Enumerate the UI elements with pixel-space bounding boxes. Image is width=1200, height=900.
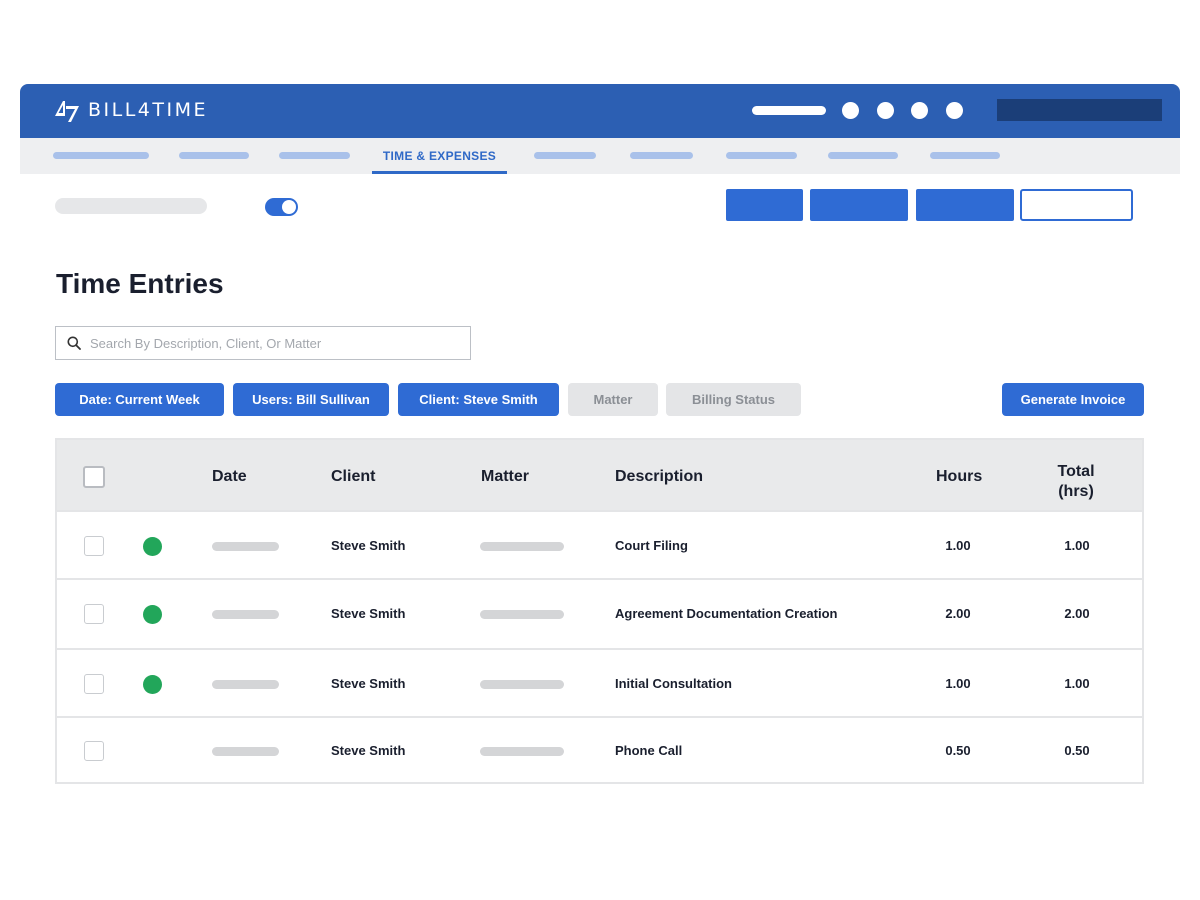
- row-hours: 2.00: [945, 606, 971, 621]
- row-client: Steve Smith: [331, 743, 406, 758]
- generate-invoice-button[interactable]: Generate Invoice: [1002, 383, 1144, 416]
- action-button-2[interactable]: [810, 189, 908, 221]
- row-checkbox[interactable]: [84, 674, 104, 694]
- table-row[interactable]: Steve Smith Agreement Documentation Crea…: [57, 578, 1142, 648]
- nav-tab[interactable]: [630, 152, 693, 159]
- date-placeholder: [212, 610, 279, 619]
- row-hours: 1.00: [945, 538, 971, 553]
- filter-date-chip[interactable]: Date: Current Week: [55, 383, 224, 416]
- brand-name: BILL4TIME: [88, 99, 209, 121]
- table-header: Date Client Matter Description Hours Tot…: [57, 440, 1142, 512]
- column-header-total-line1: Total: [1057, 463, 1095, 480]
- column-header-total[interactable]: Total (hrs): [1047, 462, 1105, 502]
- date-placeholder: [212, 542, 279, 551]
- status-indicator-green: [143, 605, 162, 624]
- row-client: Steve Smith: [331, 606, 406, 621]
- header-icon-4[interactable]: [946, 102, 963, 119]
- row-checkbox[interactable]: [84, 741, 104, 761]
- time-entries-table: Date Client Matter Description Hours Tot…: [55, 438, 1144, 784]
- search-box[interactable]: [55, 326, 471, 360]
- row-hours: 0.50: [945, 743, 971, 758]
- row-total: 1.00: [1064, 538, 1090, 553]
- table-row[interactable]: Steve Smith Initial Consultation 1.00 1.…: [57, 648, 1142, 716]
- row-description: Agreement Documentation Creation: [615, 606, 838, 621]
- header-icon-3[interactable]: [911, 102, 928, 119]
- nav-tab[interactable]: [930, 152, 1000, 159]
- column-header-date[interactable]: Date: [212, 468, 247, 486]
- status-indicator-green: [143, 675, 162, 694]
- filter-matter-chip[interactable]: Matter: [568, 383, 658, 416]
- filter-users-chip[interactable]: Users: Bill Sullivan: [233, 383, 389, 416]
- row-hours: 1.00: [945, 676, 971, 691]
- row-total: 2.00: [1064, 606, 1090, 621]
- matter-placeholder: [480, 542, 564, 551]
- nav-tab[interactable]: [53, 152, 149, 159]
- search-input[interactable]: [90, 335, 470, 351]
- row-description: Initial Consultation: [615, 676, 732, 691]
- main-nav: TIME & EXPENSES: [20, 138, 1180, 174]
- app-header: BILL4TIME: [20, 84, 1180, 138]
- filter-billing-status-chip[interactable]: Billing Status: [666, 383, 801, 416]
- matter-placeholder: [480, 610, 564, 619]
- column-header-total-line2: (hrs): [1058, 483, 1094, 500]
- row-total: 0.50: [1064, 743, 1090, 758]
- nav-tab[interactable]: [828, 152, 898, 159]
- nav-tab[interactable]: [279, 152, 350, 159]
- column-header-description[interactable]: Description: [615, 468, 703, 486]
- select-all-checkbox[interactable]: [83, 466, 105, 488]
- page-title: Time Entries: [56, 268, 224, 299]
- nav-tab[interactable]: [534, 152, 596, 159]
- bill4time-logo-icon: [55, 101, 79, 122]
- view-toggle[interactable]: [265, 198, 298, 216]
- date-placeholder: [212, 680, 279, 689]
- search-icon: [67, 336, 81, 350]
- status-indicator-green: [143, 537, 162, 556]
- matter-placeholder: [480, 747, 564, 756]
- view-label-placeholder: [55, 198, 207, 214]
- column-header-client[interactable]: Client: [331, 468, 375, 486]
- date-placeholder: [212, 747, 279, 756]
- nav-tab[interactable]: [179, 152, 249, 159]
- row-checkbox[interactable]: [84, 536, 104, 556]
- tab-time-expenses-label: TIME & EXPENSES: [382, 149, 497, 163]
- nav-tab[interactable]: [726, 152, 797, 159]
- row-checkbox[interactable]: [84, 604, 104, 624]
- tab-time-expenses[interactable]: TIME & EXPENSES: [372, 138, 507, 174]
- user-account-area[interactable]: [997, 99, 1162, 121]
- header-icon-2[interactable]: [877, 102, 894, 119]
- matter-placeholder: [480, 680, 564, 689]
- table-row[interactable]: Steve Smith Phone Call 0.50 0.50: [57, 716, 1142, 782]
- logo[interactable]: BILL4TIME: [54, 97, 208, 123]
- row-total: 1.00: [1064, 676, 1090, 691]
- action-button-1[interactable]: [726, 189, 803, 221]
- row-description: Phone Call: [615, 743, 683, 758]
- row-client: Steve Smith: [331, 676, 406, 691]
- filter-client-chip[interactable]: Client: Steve Smith: [398, 383, 559, 416]
- column-header-matter[interactable]: Matter: [481, 468, 529, 486]
- row-description: Court Filing: [615, 538, 688, 553]
- column-header-hours[interactable]: Hours: [936, 468, 982, 486]
- table-row[interactable]: Steve Smith Court Filing 1.00 1.00: [57, 510, 1142, 578]
- header-icon-1[interactable]: [842, 102, 859, 119]
- header-menu-placeholder[interactable]: [752, 106, 826, 115]
- action-button-3[interactable]: [916, 189, 1014, 221]
- action-button-outline[interactable]: [1020, 189, 1133, 221]
- row-client: Steve Smith: [331, 538, 406, 553]
